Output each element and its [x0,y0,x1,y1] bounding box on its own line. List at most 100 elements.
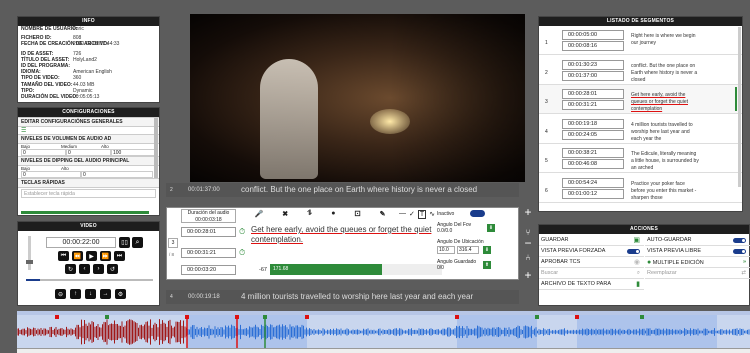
subtitle-toggle-button[interactable]: ▯▯ [119,237,130,248]
segment-end-time[interactable]: 00:00:46:08 [562,159,624,169]
up-arrow-icon[interactable]: ↑ [166,217,178,228]
segment-list-item[interactable]: 1 00:00:05:00 00:00:08:16 Right here is whe… [539,26,742,55]
step-forward-icon[interactable]: › [93,264,104,274]
segment-list-item[interactable]: 6 00:00:54:24 00:01:00:12 Practice your pok… [539,173,742,203]
segment-start-time[interactable]: 00:00:28:01 [562,89,624,99]
location-save-icon[interactable]: ⬇ [483,246,491,254]
next-segment-row[interactable]: 4 00:00:19:18 4 million tourists travell… [166,290,519,304]
waveform-icon[interactable]: ∿ [429,210,435,219]
volume-slider[interactable] [26,236,33,270]
prev-segment-row[interactable]: 2 00:01:37:00 conflict. But the one plac… [166,183,519,197]
in-time-field[interactable]: 00:00:28:01 [181,227,236,237]
segment-list-item[interactable]: 3 00:00:28:01 00:00:31:21 Get here early, a… [539,85,742,114]
merge-icon[interactable]: ⥮ [307,210,312,221]
segment-end-time[interactable]: 00:01:37:00 [562,70,624,81]
zoom-button[interactable]: ⌕ [132,237,143,248]
rewind-icon[interactable]: ⏪ [72,251,83,261]
in-time-icon[interactable]: ⏱ [239,227,245,237]
out-time-icon[interactable]: ⏱ [239,248,245,258]
waveform-panel[interactable] [17,311,750,353]
add-below-icon[interactable]: + [522,268,534,282]
gear-icon[interactable]: ☰ [21,128,26,134]
text-file-button[interactable]: ARCHIVO DE TEXTO PARA ▮ [539,279,644,290]
segment-start-time[interactable]: 00:00:54:24 [562,177,624,188]
arrow-up-icon[interactable]: ↑ [70,289,81,299]
replace-input[interactable]: Reemplazar ⇄ [645,268,750,279]
skip-start-icon[interactable]: ⏮ [58,251,69,261]
multiple-edit-button[interactable]: ● MULTIPLE EDICIÓN» [645,257,750,268]
waveform-flag[interactable] [305,315,309,319]
forced-preview-toggle[interactable]: VISTA PREVIA FORZADA [539,246,644,257]
segment-list-item[interactable]: 4 00:00:19:18 00:00:24:05 4 million tourist… [539,114,742,144]
segment-end-time[interactable]: 00:00:31:21 [562,100,624,110]
segment-end-time[interactable]: 00:01:00:12 [562,188,624,199]
waveform-flag[interactable] [55,315,59,319]
merge-segment-icon[interactable]: ⑃ [522,253,534,262]
waveform-flag[interactable] [455,315,459,319]
config-scroll-bar[interactable] [21,211,149,214]
autosave-switch[interactable] [733,238,746,243]
general-settings-link[interactable]: EDITAR CONFIGURACIÓNES GENERALES [18,117,159,127]
record-icon[interactable]: ● [331,210,335,221]
fov-save-icon[interactable]: ⬇ [487,224,495,232]
waveform-flag[interactable] [263,315,267,319]
caption-icon[interactable]: T [417,210,427,219]
inactive-toggle[interactable] [470,210,485,217]
magic-icon[interactable]: ✎ [380,210,386,221]
config-scrollbar[interactable] [154,118,158,178]
waveform-flag[interactable] [640,315,644,319]
add-above-icon[interactable]: + [522,205,534,219]
segment-start-time[interactable]: 00:00:05:00 [562,30,624,40]
save-button[interactable]: GUARDAR ▣ [539,235,644,246]
next-segment-arrow-icon[interactable]: ⇟ [166,270,178,281]
segment-text-editor[interactable]: Get here early, avoid the queues or forg… [251,225,441,261]
waveform-flag[interactable] [235,315,239,319]
waveform-flag[interactable] [535,315,539,319]
play-icon[interactable]: ▶ [86,251,97,261]
free-preview-toggle[interactable]: VISTA PREVIA LIBRE [645,246,750,257]
skip-end-icon[interactable]: ⏭ [114,251,125,261]
video-progress-track[interactable] [26,279,153,281]
free-preview-switch[interactable] [733,249,746,254]
hotkey-input[interactable]: Establecer tecla rápida [21,189,156,198]
segment-list-item[interactable]: 2 00:01:30:23 00:01:37:00 conflict. But the… [539,55,742,85]
loop-forward-icon[interactable]: ↺ [107,264,118,274]
approve-tcs-button[interactable]: APROBAR TCS ◉ [539,257,644,268]
cut-icon[interactable]: ✖ [282,210,288,221]
settings-icon[interactable]: ⚙ [115,289,126,299]
segment-list-scrollbar[interactable] [738,27,741,187]
gap-time-field[interactable]: 00:00:03:20 [181,265,236,275]
segment-start-time[interactable]: 00:00:38:21 [562,148,624,158]
fast-forward-icon[interactable]: ⏩ [100,251,111,261]
segment-end-time[interactable]: 00:00:24:05 [562,129,624,140]
segment-start-time[interactable]: 00:00:19:18 [562,118,624,129]
dip-low-input[interactable]: 0 [21,171,81,178]
segment-list-item[interactable]: 5 00:00:38:21 00:00:46:08 The Edicule, lite… [539,144,742,173]
microphone-icon[interactable]: 🎤 [255,210,264,221]
arrow-right-icon[interactable]: → [100,289,111,299]
check-icon[interactable]: ✓ [409,210,415,219]
segment-start-time[interactable]: 00:01:30:23 [562,59,624,70]
ad-high-input[interactable]: 100 [111,149,156,156]
segment-end-time[interactable]: 00:00:08:16 [562,41,624,51]
underline-icon[interactable]: — [399,210,406,219]
waveform-flag[interactable] [575,315,579,319]
location-b-input[interactable]: 316.4 [457,246,479,254]
waveform-flag[interactable] [185,315,189,319]
down-arrow-icon[interactable]: ↓ [166,258,178,269]
step-back-icon[interactable]: ‹ [79,264,90,274]
ad-low-input[interactable]: 0 [21,149,66,156]
location-a-input[interactable]: 10.0 [437,246,455,254]
autosave-toggle[interactable]: AUTO-GUARDAR [645,235,750,246]
loop-icon[interactable]: ↻ [65,264,76,274]
ad-mid-input[interactable]: 0 [66,149,111,156]
remove-segment-icon[interactable]: − [522,236,534,250]
video-frame[interactable] [190,14,525,182]
waveform-flag[interactable] [105,315,109,319]
prev-segment-icon[interactable]: ⊖ [55,289,66,299]
split-icon[interactable]: ⚀ [354,210,360,221]
saved-angle-icon[interactable]: ⬆ [483,261,491,269]
dip-high-input[interactable]: 0 [81,171,153,178]
arrow-down-icon[interactable]: ↓ [85,289,96,299]
out-time-field[interactable]: 00:00:31:21 [181,248,236,258]
